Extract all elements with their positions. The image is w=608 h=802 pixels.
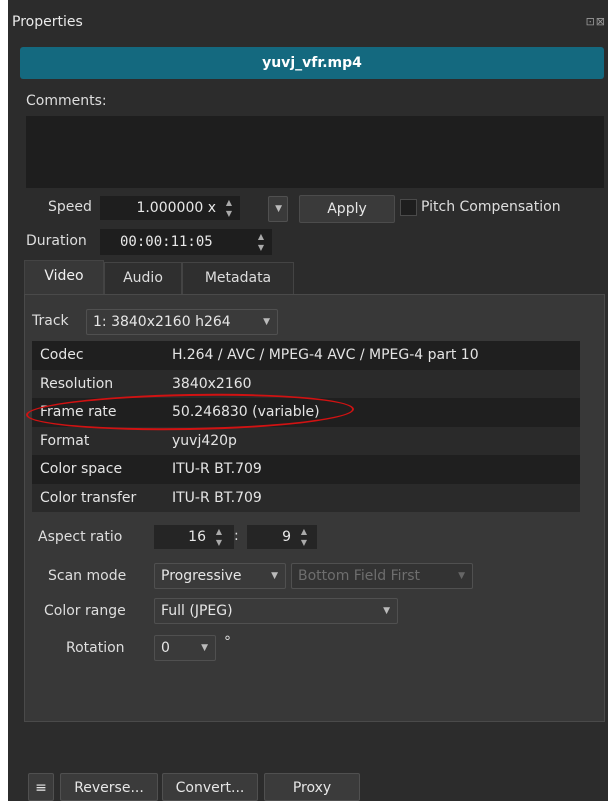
chevron-down-icon: ▼ — [201, 643, 208, 653]
panel-title: Properties — [12, 14, 83, 30]
aspect-height-value: 9 — [282, 529, 291, 545]
rotation-value: 0 — [161, 640, 170, 656]
chevron-down-icon: ▼ — [458, 571, 465, 581]
tab-audio[interactable]: Audio — [104, 262, 182, 294]
duration-label: Duration — [26, 233, 87, 249]
property-value: yuvj420p — [172, 432, 237, 449]
property-value: H.264 / AVC / MPEG-4 AVC / MPEG-4 part 1… — [172, 347, 479, 363]
aspect-height-spinner-icon[interactable]: ▲ ▼ — [297, 526, 311, 548]
color-range-value: Full (JPEG) — [161, 603, 233, 619]
speed-value: 1.000000 x — [136, 200, 216, 216]
chevron-down-icon: ▼ — [383, 606, 390, 616]
scan-mode-value: Progressive — [161, 568, 242, 584]
chevron-down-icon: ▼ — [275, 204, 282, 214]
aspect-height-input[interactable]: 9 ▲ ▼ — [247, 525, 317, 549]
duration-spinner-icon[interactable]: ▲ ▼ — [254, 231, 268, 253]
menu-icon[interactable]: ≡ — [28, 773, 54, 801]
scan-mode-label: Scan mode — [48, 568, 127, 584]
rotation-dropdown[interactable]: 0 ▼ — [154, 635, 216, 661]
field-order-dropdown: Bottom Field First ▼ — [291, 563, 473, 589]
chevron-down-icon: ▼ — [263, 317, 270, 327]
aspect-width-value: 16 — [188, 529, 206, 545]
table-row: Codec H.264 / AVC / MPEG-4 AVC / MPEG-4 … — [32, 341, 580, 370]
table-row: Format yuvj420p — [32, 426, 580, 455]
proxy-button[interactable]: Proxy — [264, 773, 360, 801]
property-key: Resolution — [40, 375, 114, 392]
field-order-value: Bottom Field First — [298, 568, 421, 584]
rotation-unit: ° — [224, 634, 231, 650]
property-key: Color space — [40, 461, 123, 477]
aspect-separator: : — [234, 528, 239, 544]
chevron-down-icon: ▼ — [271, 571, 278, 581]
tab-metadata[interactable]: Metadata — [182, 262, 294, 294]
table-row: Color space ITU-R BT.709 — [32, 455, 580, 484]
table-row: Color transfer ITU-R BT.709 — [32, 483, 580, 512]
duration-value: 00:00:11:05 — [120, 234, 213, 250]
speed-presets-dropdown[interactable]: ▼ — [268, 196, 288, 222]
color-range-dropdown[interactable]: Full (JPEG) ▼ — [154, 598, 398, 624]
aspect-ratio-label: Aspect ratio — [38, 529, 123, 545]
pitch-compensation-label: Pitch Compensation — [421, 199, 561, 215]
speed-input[interactable]: 1.000000 x ▲ ▼ — [100, 196, 240, 220]
duration-input[interactable]: 00:00:11:05 ▲ ▼ — [100, 229, 272, 255]
track-dropdown[interactable]: 1: 3840x2160 h264 ▼ — [86, 309, 278, 335]
property-key: Color transfer — [40, 489, 137, 506]
reverse-button[interactable]: Reverse... — [60, 773, 158, 801]
comments-field[interactable] — [26, 116, 604, 188]
speed-spinner-icon[interactable]: ▲ ▼ — [222, 197, 236, 219]
speed-label: Speed — [48, 199, 92, 215]
track-label: Track — [32, 313, 69, 329]
aspect-width-input[interactable]: 16 ▲ ▼ — [154, 525, 234, 549]
file-name-banner: yuvj_vfr.mp4 — [20, 47, 604, 79]
property-key: Format — [40, 432, 90, 449]
track-value: 1: 3840x2160 h264 — [93, 314, 231, 330]
table-row: Resolution 3840x2160 — [32, 369, 580, 398]
float-close-icon[interactable]: ⊡⊠ — [586, 15, 606, 28]
apply-button[interactable]: Apply — [299, 195, 395, 223]
pitch-compensation-checkbox[interactable] — [400, 199, 417, 216]
aspect-width-spinner-icon[interactable]: ▲ ▼ — [212, 526, 226, 548]
rotation-label: Rotation — [66, 640, 125, 656]
comments-label: Comments: — [26, 93, 107, 109]
convert-button[interactable]: Convert... — [162, 773, 258, 801]
property-key: Codec — [40, 347, 84, 363]
property-value: ITU-R BT.709 — [172, 461, 262, 477]
panel-titlebar: Properties ⊡⊠ — [8, 0, 608, 46]
scan-mode-dropdown[interactable]: Progressive ▼ — [154, 563, 286, 589]
color-range-label: Color range — [44, 603, 126, 619]
property-value: ITU-R BT.709 — [172, 489, 262, 506]
tab-video[interactable]: Video — [24, 260, 104, 294]
